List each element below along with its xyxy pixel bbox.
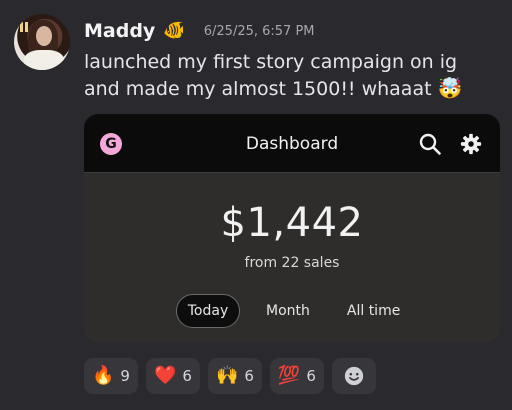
username[interactable]: Maddy xyxy=(84,20,155,42)
dashboard-header: G Dashboard xyxy=(84,114,500,173)
tab-today[interactable]: Today xyxy=(176,294,240,328)
reaction-count: 6 xyxy=(182,367,192,385)
avatar-candles xyxy=(20,22,23,32)
dashboard-screenshot[interactable]: G Dashboard $1,442 from 22 sales Today M xyxy=(84,114,500,342)
reaction-raised-hands[interactable]: 🙌 6 xyxy=(207,358,262,394)
reaction-count: 9 xyxy=(120,367,130,385)
avatar-face xyxy=(36,26,52,46)
timestamp: 6/25/25, 6:57 PM xyxy=(203,23,315,39)
reaction-count: 6 xyxy=(244,367,254,385)
tab-all-time[interactable]: All time xyxy=(347,295,400,327)
add-reaction-smile-icon xyxy=(344,366,364,386)
message-header: Maddy 🐠 6/25/25, 6:57 PM xyxy=(84,20,315,42)
tab-month[interactable]: Month xyxy=(266,295,310,327)
sales-amount: $1,442 xyxy=(220,200,364,246)
fire-icon: 🔥 xyxy=(92,365,115,386)
reaction-bar: 🔥 9 ❤️ 6 🙌 6 💯 6 xyxy=(84,358,376,394)
avatar[interactable] xyxy=(14,14,70,70)
search-icon xyxy=(419,133,441,155)
tropical-fish-icon: 🐠 xyxy=(163,20,186,41)
reaction-heart[interactable]: ❤️ 6 xyxy=(145,358,200,394)
reaction-count: 6 xyxy=(306,367,316,385)
period-tabs: Today Month All time xyxy=(176,294,400,328)
reaction-fire[interactable]: 🔥 9 xyxy=(84,358,138,394)
raised-hands-icon: 🙌 xyxy=(215,365,239,386)
avatar-body xyxy=(24,50,64,70)
heart-icon: ❤️ xyxy=(153,365,177,386)
hundred-points-icon: 💯 xyxy=(277,365,301,386)
reaction-hundred[interactable]: 💯 6 xyxy=(269,358,324,394)
add-reaction-button[interactable] xyxy=(331,358,376,394)
gear-icon xyxy=(460,133,482,155)
sales-count: from 22 sales xyxy=(244,255,340,271)
message-text-container: launched my first story campaign on ig a… xyxy=(84,49,494,102)
message-text: launched my first story campaign on ig a… xyxy=(84,51,458,100)
mind-blown-emoji: 🤯 xyxy=(437,76,463,100)
